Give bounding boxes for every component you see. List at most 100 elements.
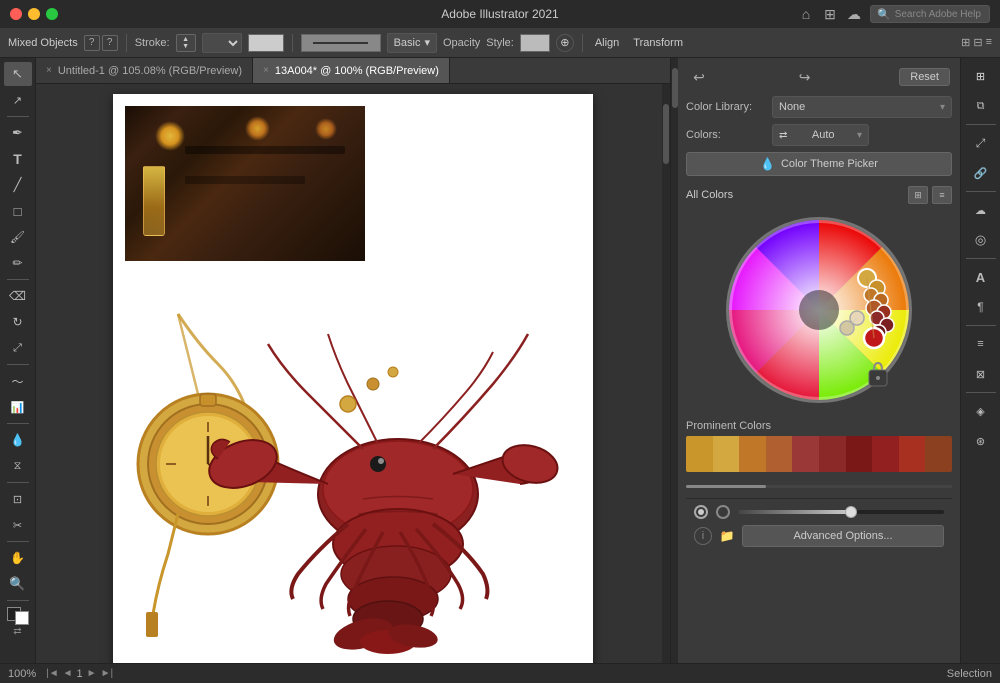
scale-tool[interactable]: ⤢ bbox=[4, 336, 32, 360]
color-wheel[interactable] bbox=[719, 210, 919, 410]
color-theme-picker-button[interactable]: 💧 Color Theme Picker bbox=[686, 152, 952, 176]
export-btn[interactable]: ⤢ bbox=[965, 129, 997, 157]
scrollbar-thumb-2[interactable] bbox=[672, 68, 678, 108]
assets-btn[interactable]: ◎ bbox=[965, 226, 997, 254]
paintbrush-tool[interactable]: 🖌 bbox=[4, 225, 32, 249]
prev-page-btn[interactable]: ◄ bbox=[63, 668, 73, 679]
zoom-tool[interactable]: 🔍 bbox=[4, 572, 32, 596]
eraser-tool[interactable]: ⌫ bbox=[4, 284, 32, 308]
swatch-1[interactable] bbox=[686, 436, 713, 472]
transform-label: Transform bbox=[629, 37, 687, 49]
layers-btn[interactable]: ⧉ bbox=[965, 92, 997, 120]
cc-libraries-btn[interactable]: ☁ bbox=[965, 196, 997, 224]
separator-2 bbox=[292, 34, 293, 52]
direct-select-tool[interactable]: ↗ bbox=[4, 88, 32, 112]
select-tool[interactable]: ↖ bbox=[4, 62, 32, 86]
next-page-btn[interactable]: ► bbox=[87, 668, 97, 679]
fill-preview[interactable] bbox=[248, 34, 284, 52]
appearance-btn[interactable]: ◈ bbox=[965, 397, 997, 425]
list-view-btn[interactable]: ≡ bbox=[932, 186, 952, 204]
tab-label-13a004: 13A004* @ 100% (RGB/Preview) bbox=[275, 65, 439, 77]
color-library-dropdown[interactable]: None ▾ bbox=[772, 96, 952, 118]
type-tool[interactable]: T bbox=[4, 147, 32, 171]
character-btn[interactable]: A bbox=[965, 263, 997, 291]
tab-close-icon-2[interactable]: × bbox=[263, 65, 269, 76]
recolor-panel-container: ↩ ↪ Reset Color Library: None ▾ Colors: … bbox=[670, 58, 960, 663]
canvas-scroll[interactable] bbox=[36, 84, 670, 663]
selection-status: Selection bbox=[947, 668, 992, 680]
tab-close-icon[interactable]: × bbox=[46, 65, 52, 76]
artboard-tool[interactable]: ⊡ bbox=[4, 487, 32, 511]
pen-tool[interactable]: ✒ bbox=[4, 121, 32, 145]
graph-tool[interactable]: 📊 bbox=[4, 395, 32, 419]
radio-btn-2[interactable] bbox=[716, 505, 730, 519]
colors-sync-icon: ⇄ bbox=[779, 130, 787, 141]
swatch-8[interactable] bbox=[872, 436, 899, 472]
menu-icon[interactable]: ≡ bbox=[986, 36, 992, 49]
all-colors-header: All Colors ⊞ ≡ bbox=[686, 186, 952, 204]
blend-tool[interactable]: ⧖ bbox=[4, 454, 32, 478]
paragraph-btn[interactable]: ¶ bbox=[965, 293, 997, 321]
home-icon[interactable]: ⌂ bbox=[798, 6, 814, 22]
eyedropper-icon: 💧 bbox=[760, 157, 775, 171]
link-btn[interactable]: 🔗 bbox=[965, 159, 997, 187]
tab-untitled[interactable]: × Untitled-1 @ 105.08% (RGB/Preview) bbox=[36, 58, 253, 83]
stroke-select[interactable] bbox=[202, 33, 242, 53]
question-icon-2[interactable]: ? bbox=[102, 35, 118, 51]
stroke-stepper[interactable]: ▲ ▼ bbox=[176, 34, 196, 52]
question-icon[interactable]: ? bbox=[84, 35, 100, 51]
properties-btn[interactable]: ⊞ bbox=[965, 62, 997, 90]
scrollbar-thumb[interactable] bbox=[663, 104, 669, 164]
swatch-3[interactable] bbox=[739, 436, 766, 472]
first-page-btn[interactable]: |◄ bbox=[46, 668, 59, 679]
radio-btn-1[interactable] bbox=[694, 505, 708, 519]
right-toolbar: ⊞ ⧉ ⤢ 🔗 ☁ ◎ A ¶ ≡ ⊠ ◈ ⊛ bbox=[960, 58, 1000, 663]
advanced-options-button[interactable]: Advanced Options... bbox=[742, 525, 944, 547]
swatch-5[interactable] bbox=[792, 436, 819, 472]
basic-label: Basic bbox=[394, 37, 421, 49]
folder-button[interactable]: 📁 bbox=[718, 527, 736, 545]
tool-sep-4 bbox=[7, 423, 29, 424]
search-box[interactable]: 🔍 Search Adobe Help bbox=[870, 5, 990, 23]
minimize-button[interactable] bbox=[28, 8, 40, 20]
panel-icon[interactable]: ⊟ bbox=[973, 36, 982, 49]
transform-panel-btn[interactable]: ⊠ bbox=[965, 360, 997, 388]
swap-icon[interactable]: ⇄ bbox=[13, 626, 21, 637]
colors-dropdown[interactable]: ⇄ Auto ▾ bbox=[772, 124, 869, 146]
warp-tool[interactable]: 〜 bbox=[4, 369, 32, 393]
maximize-button[interactable] bbox=[46, 8, 58, 20]
info-button[interactable]: i bbox=[694, 527, 712, 545]
cloud-icon[interactable]: ☁ bbox=[846, 6, 862, 22]
swatch-7[interactable] bbox=[846, 436, 873, 472]
globe-icon[interactable]: ⊕ bbox=[556, 34, 574, 52]
last-page-btn[interactable]: ►| bbox=[101, 668, 114, 679]
swatch-10[interactable] bbox=[925, 436, 952, 472]
shape-tool[interactable]: □ bbox=[4, 199, 32, 223]
slice-tool[interactable]: ✂ bbox=[4, 513, 32, 537]
tab-13a004[interactable]: × 13A004* @ 100% (RGB/Preview) bbox=[253, 58, 450, 83]
undo-button[interactable]: ↩ bbox=[688, 66, 710, 88]
reset-button[interactable]: Reset bbox=[899, 68, 950, 86]
swatch-9[interactable] bbox=[899, 436, 926, 472]
align-panel-btn[interactable]: ≡ bbox=[965, 330, 997, 358]
swatch-4[interactable] bbox=[766, 436, 793, 472]
pencil-tool[interactable]: ✏ bbox=[4, 251, 32, 275]
swatch-6[interactable] bbox=[819, 436, 846, 472]
close-button[interactable] bbox=[10, 8, 22, 20]
eyedropper-tool[interactable]: 💧 bbox=[4, 428, 32, 452]
style-label: Style: bbox=[486, 37, 514, 49]
redo-button[interactable]: ↪ bbox=[794, 66, 816, 88]
rotate-tool[interactable]: ↻ bbox=[4, 310, 32, 334]
line-tool[interactable]: ╱ bbox=[4, 173, 32, 197]
layout-icon[interactable]: ⊞ bbox=[822, 6, 838, 22]
graphic-styles-btn[interactable]: ⊛ bbox=[965, 427, 997, 455]
fill-swatch[interactable] bbox=[15, 611, 29, 625]
swatch-2[interactable] bbox=[713, 436, 740, 472]
hand-tool[interactable]: ✋ bbox=[4, 546, 32, 570]
grid-view-btn[interactable]: ⊞ bbox=[908, 186, 928, 204]
vertical-scrollbar[interactable] bbox=[662, 84, 670, 663]
grid-icon[interactable]: ⊞ bbox=[961, 36, 970, 49]
slider-thumb[interactable] bbox=[845, 506, 857, 518]
color-library-value: None bbox=[779, 101, 805, 113]
basic-dropdown[interactable]: Basic ▾ bbox=[387, 33, 437, 53]
